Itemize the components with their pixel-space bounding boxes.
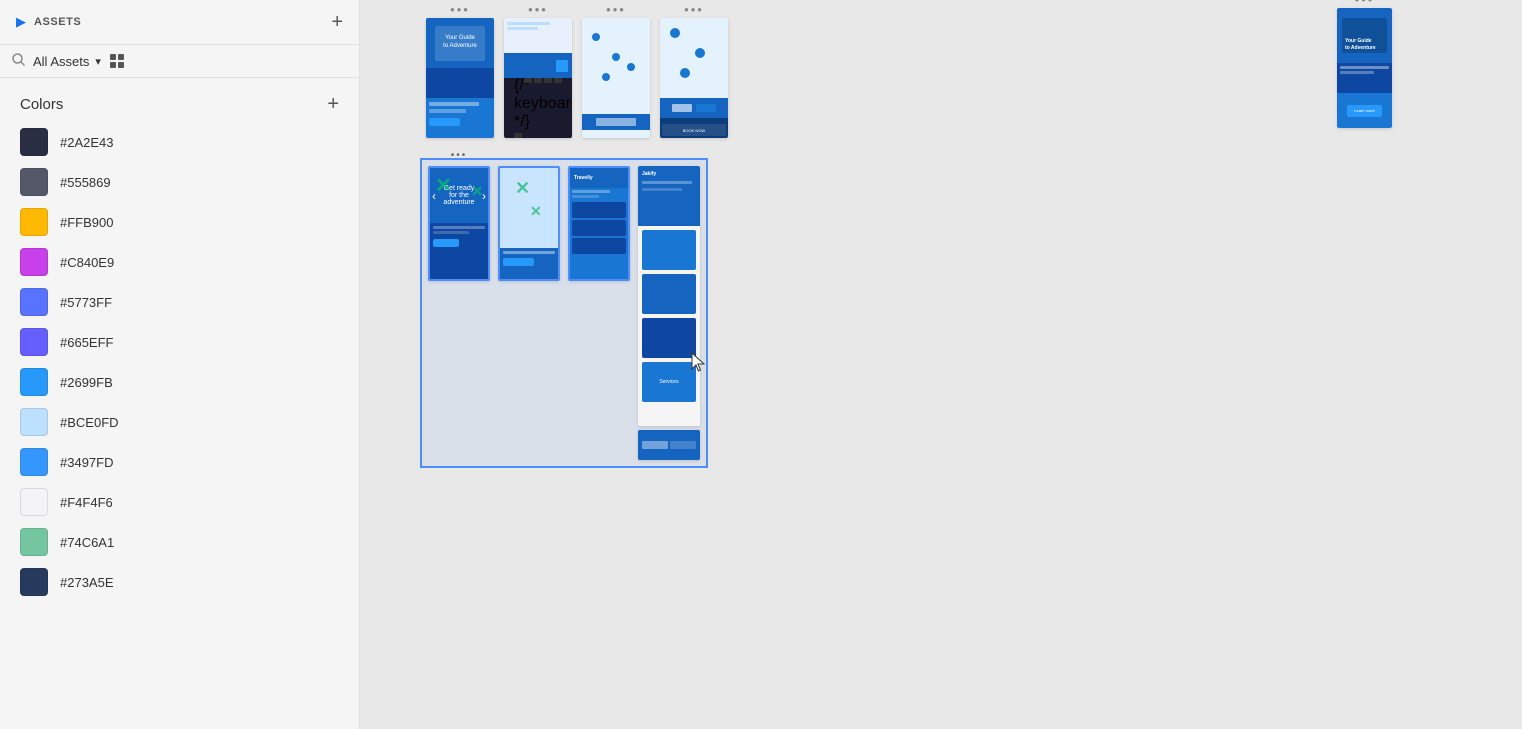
color-hex-label: #C840E9: [60, 255, 114, 270]
color-swatch: [20, 568, 48, 596]
color-hex-label: #2699FB: [60, 375, 113, 390]
color-hex-label: #F4F4F6: [60, 495, 113, 510]
color-hex-label: #5773FF: [60, 295, 112, 310]
color-hex-label: #FFB900: [60, 215, 113, 230]
frame-group-3: •••: [582, 18, 650, 138]
frame-dots-1: •••: [450, 2, 470, 17]
color-list: #2A2E43 #555869 #FFB900 #C840E9 #5773FF #665E…: [0, 122, 359, 602]
grid-toggle-button[interactable]: [109, 53, 125, 69]
frame-2[interactable]: {/* keyboard */}: [504, 18, 572, 138]
color-item[interactable]: #74C6A1: [0, 522, 359, 562]
color-swatch: [20, 168, 48, 196]
canvas-content: ••• Your Guideto Adventure: [396, 0, 1522, 729]
isolated-frame[interactable]: Your Guideto Adventure Learn more: [1337, 8, 1392, 128]
color-item[interactable]: #665EFF: [0, 322, 359, 362]
canvas-area[interactable]: ••• Your Guideto Adventure: [360, 0, 1522, 729]
color-item[interactable]: #5773FF: [0, 282, 359, 322]
section-title: Colors: [20, 96, 63, 113]
colors-section: Colors + #2A2E43 #555869 #FFB900 #C840E9 #57…: [0, 78, 359, 729]
selected-frame-4[interactable]: Jakify Services: [638, 166, 700, 426]
add-color-icon: +: [327, 93, 339, 115]
color-hex-label: #555869: [60, 175, 111, 190]
search-bar: All Assets ▾: [0, 45, 359, 78]
color-swatch: [20, 328, 48, 356]
frame-group-4: ••• BOOK NOW: [660, 18, 728, 138]
color-item[interactable]: #3497FD: [0, 442, 359, 482]
color-item[interactable]: #2699FB: [0, 362, 359, 402]
color-hex-label: #273A5E: [60, 575, 114, 590]
selected-frame-inner-3[interactable]: Travelly: [568, 166, 630, 281]
add-asset-button[interactable]: +: [331, 12, 343, 32]
color-item[interactable]: #FFB900: [0, 202, 359, 242]
frame-4[interactable]: BOOK NOW: [660, 18, 728, 138]
color-swatch: [20, 248, 48, 276]
color-item[interactable]: #C840E9: [0, 242, 359, 282]
filter-dropdown[interactable]: All Assets ▾: [33, 54, 101, 69]
color-item[interactable]: #2A2E43: [0, 122, 359, 162]
color-swatch: [20, 528, 48, 556]
selected-frame-inner-1[interactable]: ✕ ✕ Get readyfor theadventure ‹ ›: [428, 166, 490, 281]
selected-frame-3[interactable]: Travelly: [568, 166, 630, 281]
add-icon: +: [331, 12, 343, 32]
color-swatch: [20, 288, 48, 316]
collapse-button[interactable]: ▶: [16, 14, 26, 30]
extra-frame-below: [638, 430, 700, 460]
add-color-button[interactable]: +: [327, 94, 339, 114]
color-swatch: [20, 208, 48, 236]
color-hex-label: #2A2E43: [60, 135, 114, 150]
color-hex-label: #3497FD: [60, 455, 113, 470]
filter-label: All Assets: [33, 54, 89, 69]
color-item[interactable]: #F4F4F6: [0, 482, 359, 522]
sidebar-header: ▶ ASSETS +: [0, 0, 359, 45]
selected-frame-inner-2[interactable]: ✕ ✕: [498, 166, 560, 281]
color-item[interactable]: #273A5E: [0, 562, 359, 602]
frame-3[interactable]: [582, 18, 650, 138]
frame-dots-4: •••: [684, 2, 704, 17]
color-swatch: [20, 368, 48, 396]
extra-frame[interactable]: [638, 430, 700, 460]
selected-dots-1: •••: [451, 150, 468, 161]
color-item[interactable]: #555869: [0, 162, 359, 202]
frame-group-2: ••• {/* keyboard */}: [504, 18, 572, 138]
sidebar-header-left: ▶ ASSETS: [16, 14, 81, 30]
selected-frame-4-group: Jakify Services: [638, 166, 700, 460]
color-swatch: [20, 488, 48, 516]
color-hex-label: #665EFF: [60, 335, 113, 350]
frame-dots-3: •••: [606, 2, 626, 17]
color-hex-label: #BCE0FD: [60, 415, 119, 430]
frames-row1: ••• Your Guideto Adventure: [426, 18, 728, 138]
selected-frame-1[interactable]: ••• ✕ ✕ Get readyfor theadventure ‹ ›: [428, 166, 490, 281]
search-icon: [12, 53, 25, 69]
chevron-down-icon: ▾: [95, 55, 101, 68]
frame-1[interactable]: Your Guideto Adventure: [426, 18, 494, 138]
frame-dots-2: •••: [528, 2, 548, 17]
color-hex-label: #74C6A1: [60, 535, 114, 550]
assets-title: ASSETS: [34, 16, 81, 28]
collapse-icon: ▶: [16, 14, 26, 30]
sidebar: ▶ ASSETS + All Assets ▾: [0, 0, 360, 729]
color-swatch: [20, 448, 48, 476]
frame-group-1: ••• Your Guideto Adventure: [426, 18, 494, 138]
selected-frame-2[interactable]: ✕ ✕: [498, 166, 560, 281]
color-item[interactable]: #BCE0FD: [0, 402, 359, 442]
section-header: Colors +: [0, 90, 359, 122]
isolated-dots: •••: [1355, 0, 1375, 7]
color-swatch: [20, 408, 48, 436]
selection-group[interactable]: ••• ✕ ✕ Get readyfor theadventure ‹ ›: [420, 158, 708, 468]
isolated-frame-group: ••• Your Guideto Adventure Learn more: [1337, 8, 1392, 128]
color-swatch: [20, 128, 48, 156]
